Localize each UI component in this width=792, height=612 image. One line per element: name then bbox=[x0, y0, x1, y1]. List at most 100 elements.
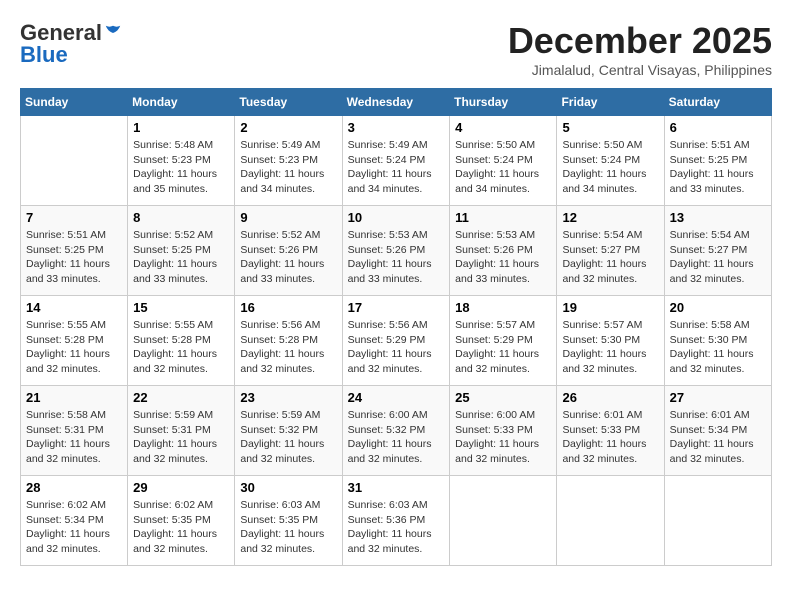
day-info: Sunrise: 6:03 AMSunset: 5:36 PMDaylight:… bbox=[348, 498, 445, 557]
calendar-cell: 22Sunrise: 5:59 AMSunset: 5:31 PMDayligh… bbox=[128, 386, 235, 476]
day-number: 16 bbox=[240, 300, 336, 315]
day-number: 1 bbox=[133, 120, 229, 135]
day-info: Sunrise: 5:56 AMSunset: 5:29 PMDaylight:… bbox=[348, 318, 445, 377]
calendar-cell: 16Sunrise: 5:56 AMSunset: 5:28 PMDayligh… bbox=[235, 296, 342, 386]
day-number: 11 bbox=[455, 210, 551, 225]
day-number: 12 bbox=[562, 210, 658, 225]
day-number: 6 bbox=[670, 120, 766, 135]
day-number: 18 bbox=[455, 300, 551, 315]
calendar-cell: 21Sunrise: 5:58 AMSunset: 5:31 PMDayligh… bbox=[21, 386, 128, 476]
day-info: Sunrise: 5:55 AMSunset: 5:28 PMDaylight:… bbox=[26, 318, 122, 377]
day-number: 9 bbox=[240, 210, 336, 225]
weekday-header-monday: Monday bbox=[128, 89, 235, 116]
calendar-cell: 8 Sunrise: 5:52 AMSunset: 5:25 PMDaylight… bbox=[128, 206, 235, 296]
calendar-table: SundayMondayTuesdayWednesdayThursdayFrid… bbox=[20, 88, 772, 566]
day-info: Sunrise: 5:48 AMSunset: 5:23 PMDaylight:… bbox=[133, 138, 229, 197]
weekday-header-sunday: Sunday bbox=[21, 89, 128, 116]
calendar-cell: 25Sunrise: 6:00 AMSunset: 5:33 PMDayligh… bbox=[450, 386, 557, 476]
week-row-3: 14 Sunrise: 5:55 AMSunset: 5:28 PMDayligh… bbox=[21, 296, 772, 386]
calendar-cell: 6 Sunrise: 5:51 AMSunset: 5:25 PMDaylight… bbox=[664, 116, 771, 206]
day-number: 5 bbox=[562, 120, 658, 135]
day-info: Sunrise: 6:01 AMSunset: 5:34 PMDaylight:… bbox=[670, 408, 766, 467]
day-info: Sunrise: 5:58 AMSunset: 5:30 PMDaylight:… bbox=[670, 318, 766, 377]
calendar-cell: 9 Sunrise: 5:52 AMSunset: 5:26 PMDaylight… bbox=[235, 206, 342, 296]
calendar-cell bbox=[664, 476, 771, 566]
day-number: 2 bbox=[240, 120, 336, 135]
calendar-cell: 12 Sunrise: 5:54 AMSunset: 5:27 PMDayligh… bbox=[557, 206, 664, 296]
day-number: 30 bbox=[240, 480, 336, 495]
day-number: 4 bbox=[455, 120, 551, 135]
day-info: Sunrise: 5:51 AMSunset: 5:25 PMDaylight:… bbox=[670, 138, 766, 197]
day-info: Sunrise: 6:00 AMSunset: 5:33 PMDaylight:… bbox=[455, 408, 551, 467]
calendar-cell: 31 Sunrise: 6:03 AMSunset: 5:36 PMDayligh… bbox=[342, 476, 450, 566]
day-info: Sunrise: 5:52 AMSunset: 5:25 PMDaylight:… bbox=[133, 228, 229, 287]
calendar-cell: 18Sunrise: 5:57 AMSunset: 5:29 PMDayligh… bbox=[450, 296, 557, 386]
day-number: 17 bbox=[348, 300, 445, 315]
calendar-cell: 2 Sunrise: 5:49 AMSunset: 5:23 PMDaylight… bbox=[235, 116, 342, 206]
day-number: 14 bbox=[26, 300, 122, 315]
calendar-cell: 23Sunrise: 5:59 AMSunset: 5:32 PMDayligh… bbox=[235, 386, 342, 476]
calendar-cell: 27 Sunrise: 6:01 AMSunset: 5:34 PMDayligh… bbox=[664, 386, 771, 476]
logo-bird-icon bbox=[104, 24, 122, 42]
week-row-1: 1 Sunrise: 5:48 AMSunset: 5:23 PMDaylight… bbox=[21, 116, 772, 206]
weekday-header-row: SundayMondayTuesdayWednesdayThursdayFrid… bbox=[21, 89, 772, 116]
day-info: Sunrise: 5:50 AMSunset: 5:24 PMDaylight:… bbox=[562, 138, 658, 197]
day-number: 28 bbox=[26, 480, 122, 495]
day-number: 3 bbox=[348, 120, 445, 135]
day-info: Sunrise: 6:03 AMSunset: 5:35 PMDaylight:… bbox=[240, 498, 336, 557]
calendar-cell: 11Sunrise: 5:53 AMSunset: 5:26 PMDayligh… bbox=[450, 206, 557, 296]
weekday-header-wednesday: Wednesday bbox=[342, 89, 450, 116]
calendar-cell bbox=[21, 116, 128, 206]
page-header: General Blue December 2025 Jimalalud, Ce… bbox=[20, 20, 772, 78]
calendar-cell: 10Sunrise: 5:53 AMSunset: 5:26 PMDayligh… bbox=[342, 206, 450, 296]
weekday-header-friday: Friday bbox=[557, 89, 664, 116]
location-text: Jimalalud, Central Visayas, Philippines bbox=[508, 62, 772, 78]
calendar-cell: 13 Sunrise: 5:54 AMSunset: 5:27 PMDayligh… bbox=[664, 206, 771, 296]
weekday-header-saturday: Saturday bbox=[664, 89, 771, 116]
calendar-cell: 19 Sunrise: 5:57 AMSunset: 5:30 PMDayligh… bbox=[557, 296, 664, 386]
calendar-cell: 30 Sunrise: 6:03 AMSunset: 5:35 PMDayligh… bbox=[235, 476, 342, 566]
day-number: 20 bbox=[670, 300, 766, 315]
calendar-cell: 3 Sunrise: 5:49 AMSunset: 5:24 PMDaylight… bbox=[342, 116, 450, 206]
calendar-cell: 5 Sunrise: 5:50 AMSunset: 5:24 PMDaylight… bbox=[557, 116, 664, 206]
weekday-header-tuesday: Tuesday bbox=[235, 89, 342, 116]
title-block: December 2025 Jimalalud, Central Visayas… bbox=[508, 20, 772, 78]
day-info: Sunrise: 6:02 AMSunset: 5:35 PMDaylight:… bbox=[133, 498, 229, 557]
day-info: Sunrise: 6:01 AMSunset: 5:33 PMDaylight:… bbox=[562, 408, 658, 467]
day-info: Sunrise: 5:58 AMSunset: 5:31 PMDaylight:… bbox=[26, 408, 122, 467]
calendar-cell: 15 Sunrise: 5:55 AMSunset: 5:28 PMDayligh… bbox=[128, 296, 235, 386]
calendar-cell: 4Sunrise: 5:50 AMSunset: 5:24 PMDaylight… bbox=[450, 116, 557, 206]
day-number: 13 bbox=[670, 210, 766, 225]
day-info: Sunrise: 5:49 AMSunset: 5:24 PMDaylight:… bbox=[348, 138, 445, 197]
calendar-cell: 17 Sunrise: 5:56 AMSunset: 5:29 PMDayligh… bbox=[342, 296, 450, 386]
day-number: 22 bbox=[133, 390, 229, 405]
day-number: 24 bbox=[348, 390, 445, 405]
day-info: Sunrise: 5:51 AMSunset: 5:25 PMDaylight:… bbox=[26, 228, 122, 287]
day-info: Sunrise: 5:49 AMSunset: 5:23 PMDaylight:… bbox=[240, 138, 336, 197]
day-info: Sunrise: 5:55 AMSunset: 5:28 PMDaylight:… bbox=[133, 318, 229, 377]
calendar-cell: 14 Sunrise: 5:55 AMSunset: 5:28 PMDayligh… bbox=[21, 296, 128, 386]
calendar-cell bbox=[450, 476, 557, 566]
day-number: 31 bbox=[348, 480, 445, 495]
calendar-cell: 1 Sunrise: 5:48 AMSunset: 5:23 PMDaylight… bbox=[128, 116, 235, 206]
day-number: 7 bbox=[26, 210, 122, 225]
calendar-cell: 29 Sunrise: 6:02 AMSunset: 5:35 PMDayligh… bbox=[128, 476, 235, 566]
day-number: 27 bbox=[670, 390, 766, 405]
day-info: Sunrise: 5:52 AMSunset: 5:26 PMDaylight:… bbox=[240, 228, 336, 287]
calendar-cell: 24 Sunrise: 6:00 AMSunset: 5:32 PMDayligh… bbox=[342, 386, 450, 476]
calendar-cell: 20 Sunrise: 5:58 AMSunset: 5:30 PMDayligh… bbox=[664, 296, 771, 386]
week-row-4: 21Sunrise: 5:58 AMSunset: 5:31 PMDayligh… bbox=[21, 386, 772, 476]
day-number: 19 bbox=[562, 300, 658, 315]
day-info: Sunrise: 5:54 AMSunset: 5:27 PMDaylight:… bbox=[562, 228, 658, 287]
day-info: Sunrise: 6:00 AMSunset: 5:32 PMDaylight:… bbox=[348, 408, 445, 467]
day-info: Sunrise: 5:57 AMSunset: 5:30 PMDaylight:… bbox=[562, 318, 658, 377]
day-info: Sunrise: 5:54 AMSunset: 5:27 PMDaylight:… bbox=[670, 228, 766, 287]
month-title: December 2025 bbox=[508, 20, 772, 62]
weekday-header-thursday: Thursday bbox=[450, 89, 557, 116]
week-row-2: 7 Sunrise: 5:51 AMSunset: 5:25 PMDaylight… bbox=[21, 206, 772, 296]
day-info: Sunrise: 5:53 AMSunset: 5:26 PMDaylight:… bbox=[348, 228, 445, 287]
day-number: 15 bbox=[133, 300, 229, 315]
day-number: 8 bbox=[133, 210, 229, 225]
day-number: 29 bbox=[133, 480, 229, 495]
logo: General Blue bbox=[20, 20, 122, 68]
